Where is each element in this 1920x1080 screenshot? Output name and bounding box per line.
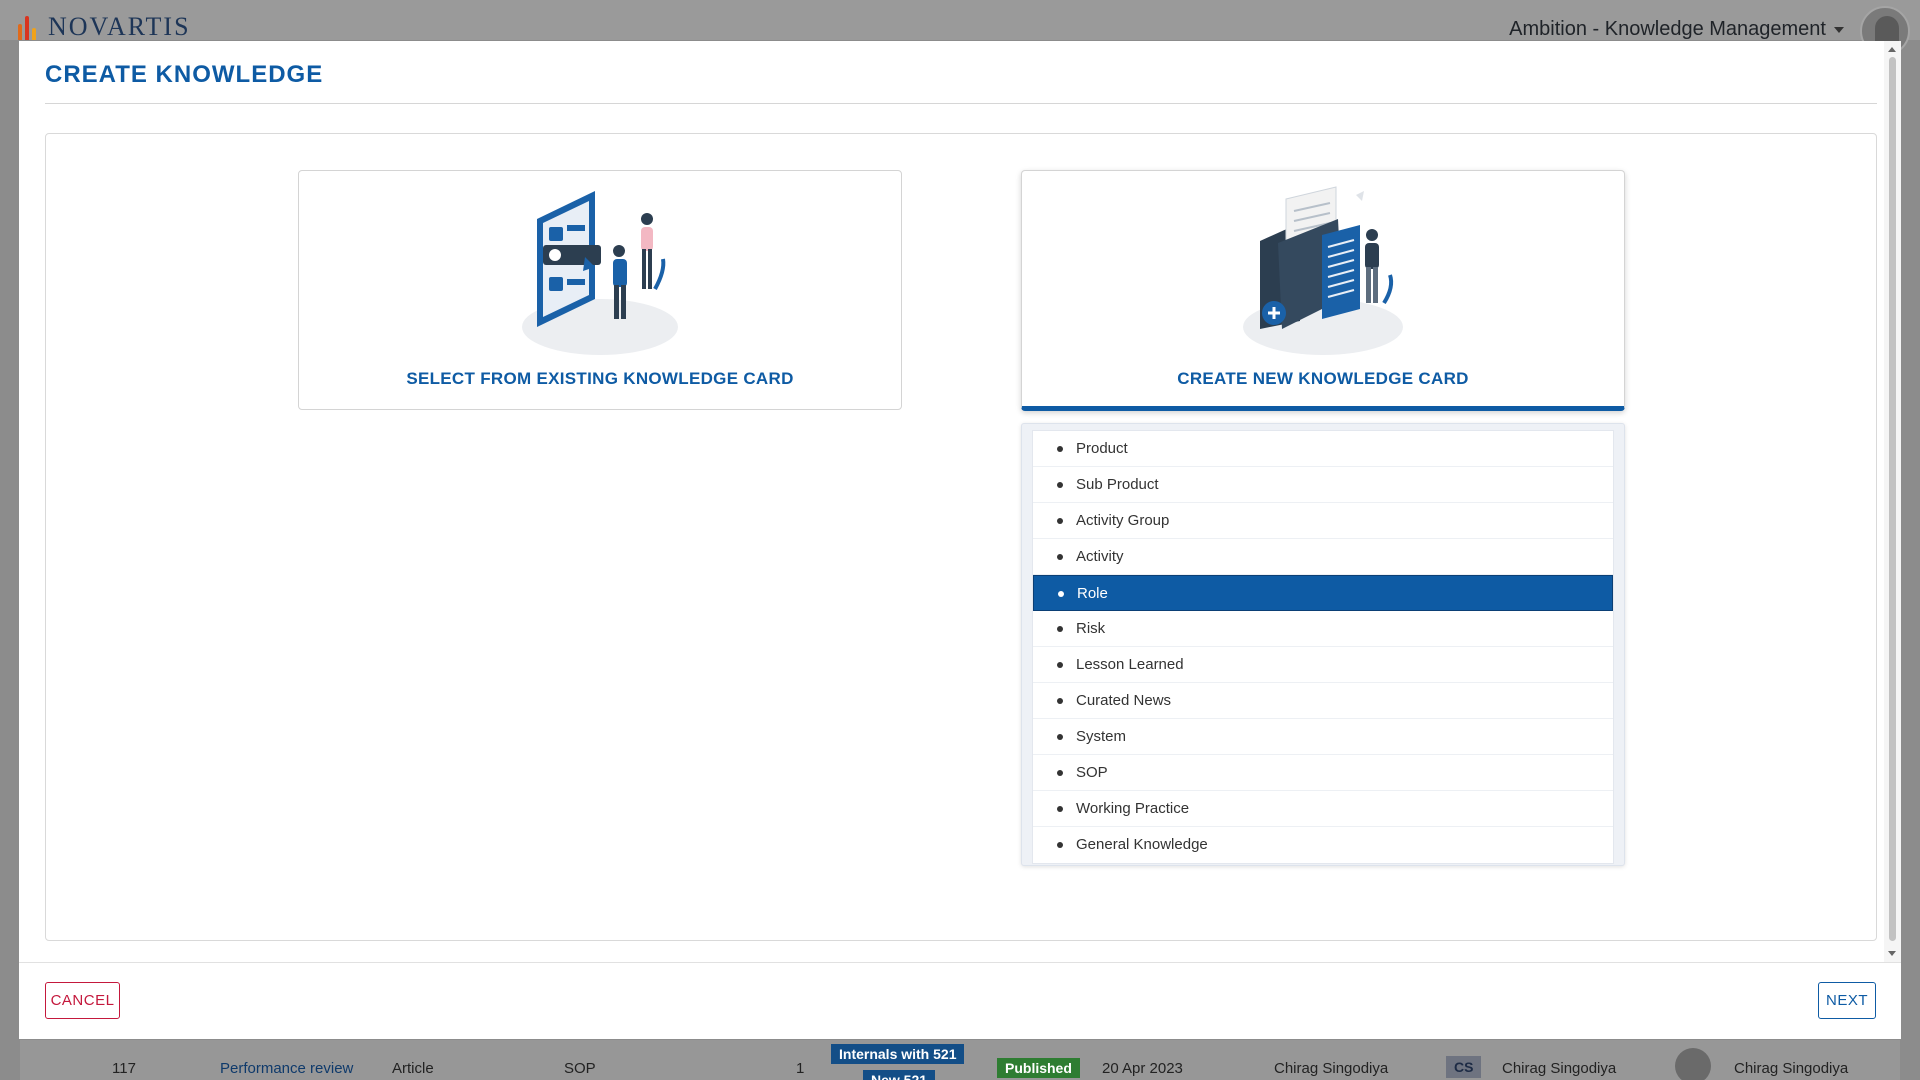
initials-avatar: CS: [1446, 1056, 1482, 1078]
bullet-icon: [1057, 626, 1063, 632]
knowledge-type-label: Product: [1076, 440, 1128, 457]
create-new-illustration-icon: [1243, 186, 1403, 355]
knowledge-type-label: SOP: [1076, 764, 1108, 781]
divider: [45, 103, 1877, 104]
select-existing-label: SELECT FROM EXISTING KNOWLEDGE CARD: [406, 369, 794, 388]
knowledge-type-item[interactable]: Activity Group: [1033, 503, 1613, 539]
create-knowledge-modal: CREATE KNOWLEDGE SELECT FROM EXISTING KN…: [19, 41, 1901, 1039]
modal-scrollbar[interactable]: [1884, 41, 1901, 962]
knowledge-type-label: Curated News: [1076, 692, 1172, 709]
group-tag: Internals with 521: [831, 1044, 965, 1064]
group-tag: New 521: [863, 1070, 936, 1080]
knowledge-type-item[interactable]: General Knowledge: [1033, 827, 1613, 863]
select-existing-illustration-icon: [522, 191, 678, 355]
row-author: Chirag Singodiya: [1274, 1060, 1389, 1077]
bullet-icon: [1057, 554, 1063, 560]
app-header: NOVARTIS Ambition - Knowledge Management: [0, 0, 1920, 56]
bullet-icon: [1057, 518, 1063, 524]
scroll-down-icon[interactable]: [1888, 951, 1896, 956]
knowledge-type-label: System: [1076, 728, 1127, 745]
row-type: Article: [392, 1060, 434, 1077]
bullet-icon: [1057, 446, 1063, 452]
bullet-icon: [1057, 842, 1063, 848]
row-owner: Chirag Singodiya: [1502, 1060, 1617, 1077]
status-badge: Published: [997, 1058, 1080, 1078]
knowledge-type-item[interactable]: Lesson Learned: [1033, 647, 1613, 683]
row-title-link[interactable]: Performance review: [220, 1060, 353, 1077]
brand-name: NOVARTIS: [48, 12, 191, 41]
knowledge-type-label: General Knowledge: [1076, 836, 1208, 853]
row-id: 117: [112, 1060, 136, 1077]
novartis-logo: NOVARTIS: [16, 14, 191, 40]
knowledge-type-label: Activity Group: [1076, 512, 1170, 529]
knowledge-type-label: Role: [1077, 585, 1108, 602]
avatar: [1675, 1048, 1711, 1080]
knowledge-type-panel: Product Sub Product Activity Group Activity…: [1021, 423, 1625, 866]
knowledge-type-item[interactable]: Working Practice: [1033, 791, 1613, 827]
row-count: 1: [796, 1060, 805, 1077]
knowledge-type-label: Sub Product: [1076, 476, 1159, 493]
knowledge-type-item[interactable]: Role: [1033, 575, 1613, 611]
row-category: SOP: [564, 1060, 596, 1077]
knowledge-type-item[interactable]: Sub Product: [1033, 467, 1613, 503]
knowledge-type-item[interactable]: Activity: [1033, 539, 1613, 575]
knowledge-type-item[interactable]: System: [1033, 719, 1613, 755]
knowledge-type-label: Working Practice: [1076, 800, 1190, 817]
caret-down-icon: [1834, 26, 1844, 33]
app-title: Ambition - Knowledge Management: [1509, 18, 1826, 40]
knowledge-type-item[interactable]: Risk: [1033, 611, 1613, 647]
bullet-icon: [1057, 806, 1063, 812]
modal-title: CREATE KNOWLEDGE: [45, 61, 324, 88]
knowledge-type-label: Risk: [1076, 620, 1106, 637]
row-reviewer: Chirag Singodiya: [1734, 1060, 1849, 1077]
create-new-label: CREATE NEW KNOWLEDGE CARD: [1177, 369, 1469, 388]
create-new-card-option[interactable]: CREATE NEW KNOWLEDGE CARD: [1021, 170, 1625, 411]
app-switcher[interactable]: Ambition - Knowledge Management: [1509, 18, 1844, 41]
scrollbar-thumb[interactable]: [1889, 57, 1896, 941]
knowledge-type-item[interactable]: Curated News: [1033, 683, 1613, 719]
footer-divider: [19, 962, 1901, 963]
bullet-icon: [1057, 482, 1063, 488]
table-row: 117 Performance review Article SOP 1 Int…: [20, 1040, 1900, 1080]
bullet-icon: [1058, 591, 1064, 597]
bullet-icon: [1057, 734, 1063, 740]
flame-logo-icon: [16, 14, 40, 40]
modal-body: CREATE KNOWLEDGE SELECT FROM EXISTING KN…: [19, 41, 1884, 962]
row-date: 20 Apr 2023: [1102, 1060, 1183, 1077]
knowledge-type-label: Lesson Learned: [1076, 656, 1184, 673]
bullet-icon: [1057, 770, 1063, 776]
next-button[interactable]: NEXT: [1818, 982, 1876, 1019]
knowledge-type-label: Activity: [1076, 548, 1124, 565]
knowledge-type-item[interactable]: SOP: [1033, 755, 1613, 791]
cancel-button[interactable]: CANCEL: [45, 982, 120, 1019]
scroll-up-icon[interactable]: [1888, 47, 1896, 52]
knowledge-type-item[interactable]: Product: [1033, 431, 1613, 467]
bullet-icon: [1057, 662, 1063, 668]
bullet-icon: [1057, 698, 1063, 704]
select-existing-card-option[interactable]: SELECT FROM EXISTING KNOWLEDGE CARD: [298, 170, 902, 410]
knowledge-type-list: Product Sub Product Activity Group Activity…: [1032, 430, 1614, 864]
options-container: SELECT FROM EXISTING KNOWLEDGE CARD CREA…: [45, 133, 1877, 941]
